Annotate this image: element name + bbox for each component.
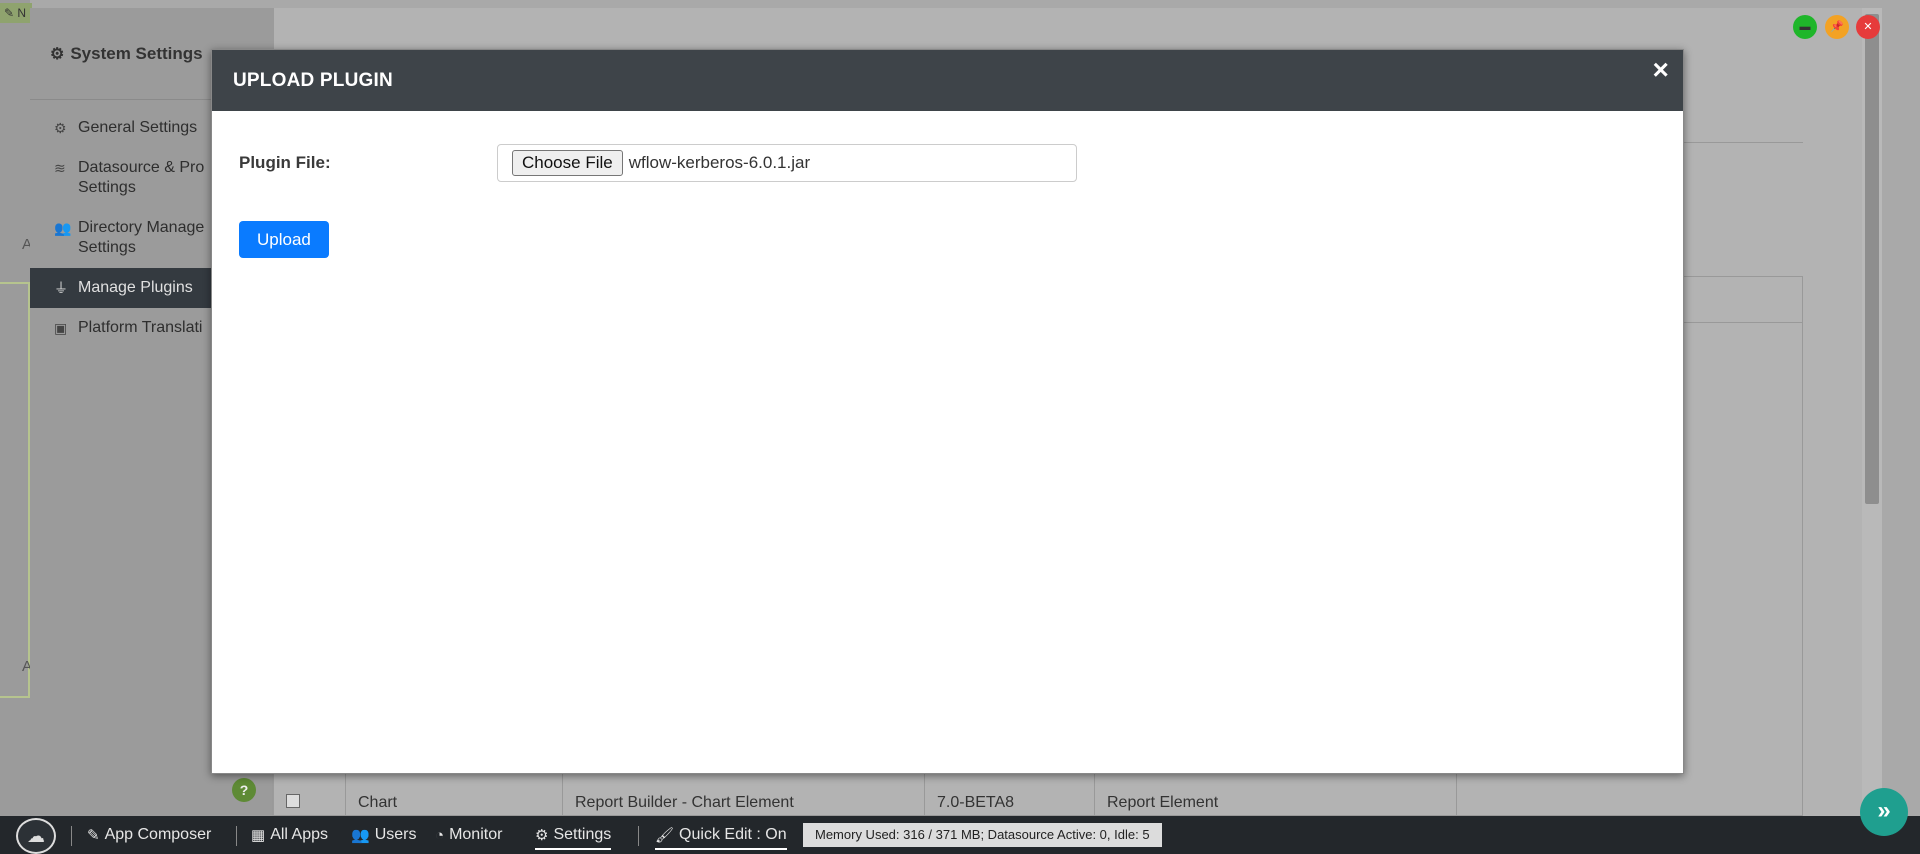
scrollbar-thumb[interactable] [1865,14,1879,504]
sidebar-item-label: Datasource & Pro Settings [78,159,205,196]
sidebar-item-label: General Settings [78,119,198,136]
upload-button[interactable]: Upload [239,221,329,258]
background-box [0,282,30,698]
gear-icon: ⚙ [54,120,67,136]
quick-edit-toggle[interactable]: 🖌 Quick Edit : On [655,826,787,850]
left-background-strip: ✎ N A A [0,0,32,816]
pin-icon[interactable]: 📌 [1825,15,1849,39]
help-icon[interactable]: ? [232,778,256,802]
dialog-header: UPLOAD PLUGIN × [212,50,1683,111]
edit-icon: ✎ [87,827,100,844]
row-version: 7.0-BETA8 [937,794,1015,811]
separator [638,826,639,846]
selected-file-name: wflow-kerberos-6.0.1.jar [628,153,811,172]
background-tag: ✎ N [0,3,32,23]
gears-icon: ⚙ [50,45,65,63]
quick-edit-label: Quick Edit : On [679,826,787,843]
close-icon[interactable]: × [1652,54,1669,86]
chevrons-right-icon[interactable]: » [1860,788,1908,836]
sidebar-item-label: Directory Manage Settings [78,219,205,256]
monitor-button[interactable]: ◔ Monitor [435,826,502,844]
settings-button[interactable]: ⚙ Settings [535,826,612,850]
database-icon: ≋ [54,160,66,176]
settings-label: Settings [553,826,612,843]
gears-icon: ⚙ [535,827,549,844]
brush-icon: 🖌 [655,827,675,844]
settings-title: System Settings [70,43,203,63]
dialog-title: UPLOAD PLUGIN [233,69,393,91]
users-icon: 👥 [351,827,370,844]
plugin-file-row: Plugin File: Choose File wflow-kerberos-… [239,144,1077,182]
app-composer-button[interactable]: ✎ App Composer [87,826,211,844]
translate-icon: ▣ [54,320,68,336]
row-description: Report Builder - Chart Element [575,794,794,811]
plug-icon: ⏚ [54,280,68,296]
users-label: Users [374,826,417,843]
plugin-file-label: Plugin File: [239,153,331,172]
row-name: Chart [358,794,398,811]
separator [236,826,237,846]
all-apps-button[interactable]: ▦ All Apps [251,826,328,844]
table-row: Chart Report Builder - Chart Element 7.0… [272,794,1803,816]
sidebar-item-label: Manage Plugins [78,279,193,296]
page-scrollbar[interactable] [1862,8,1882,816]
choose-file-button[interactable]: Choose File [512,150,623,176]
app-composer-label: App Composer [104,826,212,843]
monitor-label: Monitor [449,826,503,843]
users-icon: 👥 [54,220,72,236]
logo-icon[interactable]: ☁ [16,818,56,854]
separator [71,826,72,846]
gauge-icon: ◔ [435,826,445,844]
upload-plugin-dialog: UPLOAD PLUGIN × Plugin File: Choose File… [211,49,1684,774]
all-apps-label: All Apps [270,826,328,843]
memory-status: Memory Used: 316 / 371 MB; Datasource Ac… [803,823,1162,847]
sidebar-item-label: Platform Translati [78,319,203,336]
row-checkbox[interactable] [286,794,300,808]
plugin-file-input[interactable]: Choose File wflow-kerberos-6.0.1.jar [497,144,1077,182]
bottom-toolbar: ☁ ✎ App Composer ▦ All Apps 👥 Users ◔ Mo… [0,816,1920,854]
grid-icon: ▦ [251,827,266,844]
minimize-icon[interactable]: ▬ [1793,15,1817,39]
users-button[interactable]: 👥 Users [351,826,416,844]
row-type: Report Element [1107,794,1219,811]
close-window-icon[interactable]: ✕ [1856,15,1880,39]
